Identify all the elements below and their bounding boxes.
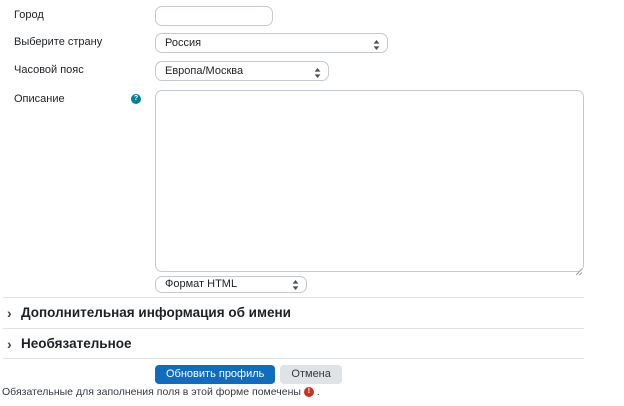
form-actions: Обновить профиль Отмена [155,365,342,384]
city-input[interactable] [155,6,273,26]
description-textarea[interactable] [155,90,584,272]
timezone-select-value: Европа/Москва [165,65,243,77]
city-label: Город [14,6,44,25]
country-select[interactable]: Россия [155,33,388,53]
chevron-right-icon: › [7,301,21,325]
select-arrows-icon [314,66,321,76]
timezone-label: Часовой пояс [14,61,84,80]
section-additional-names[interactable]: ›Дополнительная информация об имени [3,301,584,325]
required-fields-note: Обязательные для заполнения поля в этой … [2,386,320,398]
format-select-value: Формат HTML [165,278,237,290]
country-select-value: Россия [165,37,201,49]
cancel-button[interactable]: Отмена [280,365,341,384]
section-title: Необязательное [21,336,132,351]
section-optional[interactable]: ›Необязательное [3,332,584,356]
help-icon[interactable]: ? [131,94,141,104]
chevron-right-icon: › [7,332,21,356]
required-note-text: Обязательные для заполнения поля в этой … [2,386,301,398]
divider [3,328,584,329]
select-arrows-icon [373,38,380,48]
country-label: Выберите страну [14,33,102,52]
section-title: Дополнительная информация об имени [21,305,291,320]
divider [3,358,584,359]
description-label: Описание [14,90,65,109]
required-icon: ! [304,387,314,397]
required-note-suffix: . [317,386,320,398]
timezone-select[interactable]: Европа/Москва [155,61,329,81]
format-select[interactable]: Формат HTML [155,276,307,293]
select-arrows-icon [292,280,299,290]
divider [3,297,584,298]
update-profile-button[interactable]: Обновить профиль [155,365,275,384]
